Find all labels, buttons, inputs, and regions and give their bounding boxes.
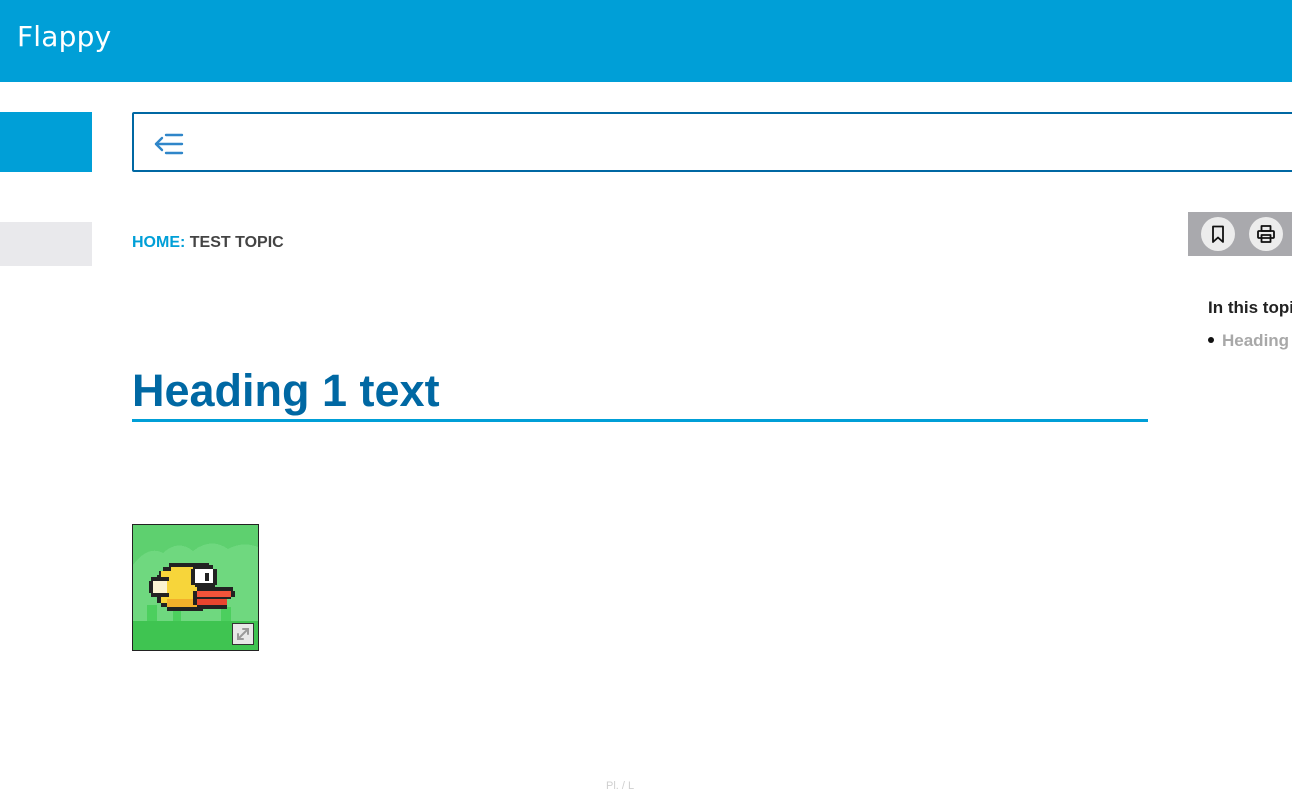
sidebar-inactive-block[interactable]	[0, 222, 92, 266]
sidebar-active-block[interactable]	[0, 112, 92, 172]
bookmark-button[interactable]	[1201, 217, 1235, 251]
page: Flappy HOME: TEST TOPIC In this topi Hea…	[0, 0, 1292, 790]
bookmark-icon	[1212, 225, 1224, 243]
footer-text: Pl. / L	[606, 780, 635, 790]
collapse-toc-icon[interactable]	[152, 130, 186, 158]
print-button[interactable]	[1249, 217, 1283, 251]
search-bar[interactable]	[132, 112, 1292, 172]
page-heading: Heading 1 text	[132, 365, 440, 416]
topic-toolbar	[1188, 212, 1292, 256]
breadcrumb: HOME: TEST TOPIC	[132, 233, 284, 253]
toc-item[interactable]: Heading	[1208, 331, 1289, 351]
toc-panel-title: In this topi	[1208, 298, 1292, 317]
heading-underline	[132, 419, 1148, 422]
app-title[interactable]: Flappy	[17, 18, 111, 56]
bullet-icon	[1208, 336, 1214, 343]
breadcrumb-home-link[interactable]: HOME:	[132, 234, 185, 251]
breadcrumb-current: TEST TOPIC	[189, 234, 284, 251]
expand-image-button[interactable]	[232, 623, 254, 645]
toc-item-label: Heading	[1222, 331, 1290, 350]
expand-icon	[237, 628, 249, 640]
print-icon	[1257, 225, 1275, 243]
flappy-bird-image[interactable]	[132, 524, 259, 651]
top-header-bar: Flappy	[0, 0, 1292, 82]
